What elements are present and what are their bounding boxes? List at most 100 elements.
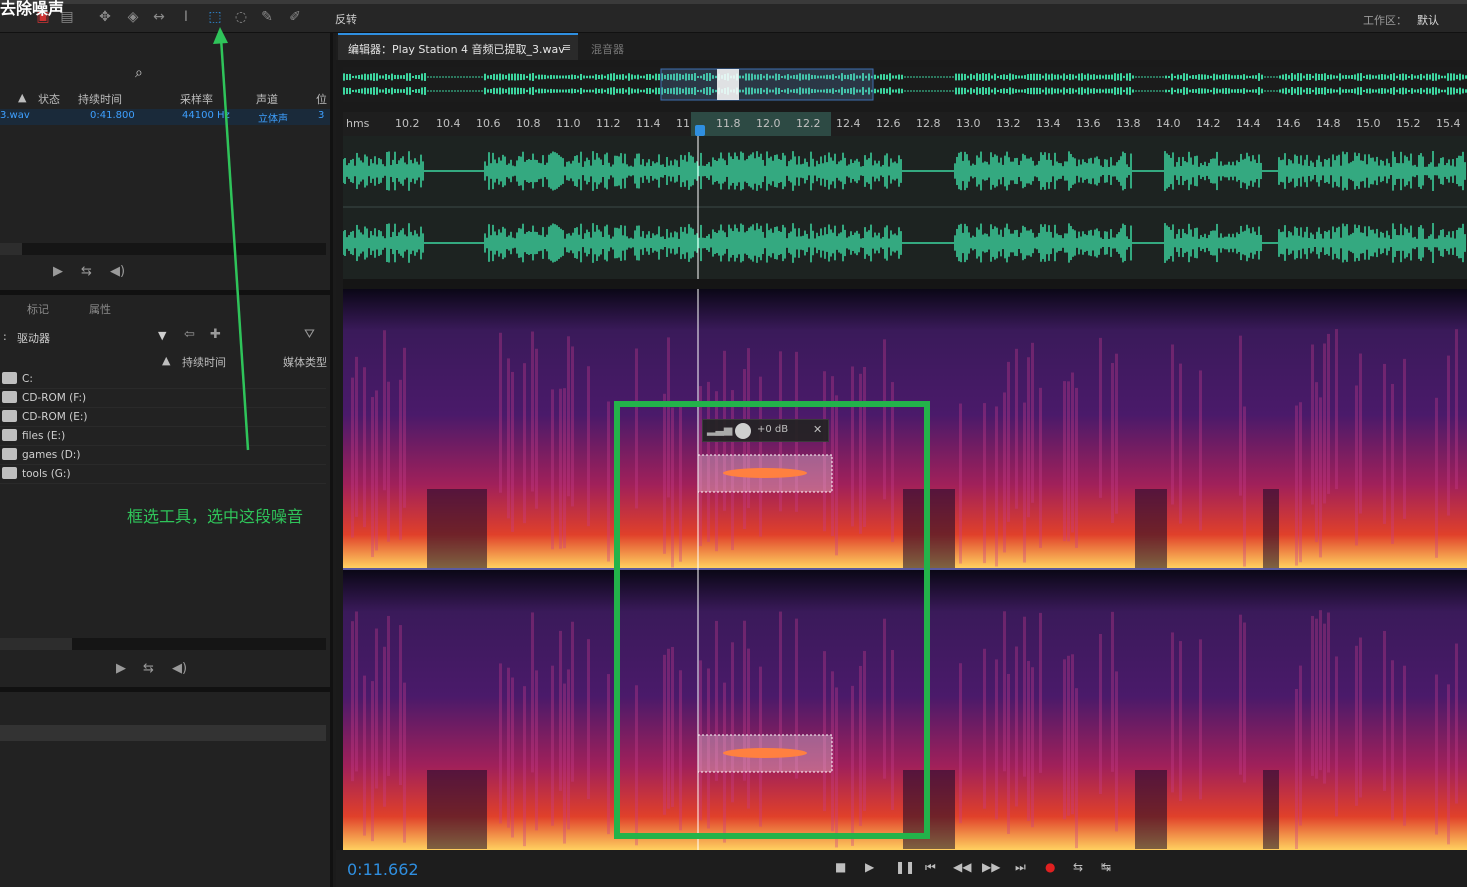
loop-preview-icon[interactable]: ⇆ <box>81 264 92 279</box>
overview-sample <box>964 73 966 81</box>
spectral-column <box>383 646 386 807</box>
files-col-duration[interactable]: 持续时间 <box>78 91 122 107</box>
spectral-column <box>823 651 826 812</box>
overview-sample <box>562 89 564 93</box>
media-sort-arrow-icon[interactable]: ▲ <box>162 354 170 367</box>
play-preview-icon[interactable]: ▶ <box>53 264 63 279</box>
brush-tool-icon[interactable]: ✎ <box>258 8 276 26</box>
gain-hud[interactable]: ▂▃▅ +0 dB ✕ <box>702 419 829 442</box>
drive-row[interactable]: CD-ROM (F:) <box>0 389 326 408</box>
media-col-type[interactable]: 媒体类型 <box>283 354 327 370</box>
media-scroll-thumb[interactable] <box>0 638 72 650</box>
time-ruler[interactable]: hms 10.2 10.4 10.6 10.8 11.0 11.2 11.4 1… <box>343 112 1467 136</box>
view-splitter[interactable] <box>343 279 1467 289</box>
overview-waveform[interactable] <box>343 67 1467 102</box>
overview-sample <box>898 74 900 80</box>
sort-arrow-icon[interactable]: ▲ <box>18 91 26 104</box>
overview-sample <box>559 89 561 93</box>
lasso-tool-icon[interactable]: ◌ <box>232 8 250 26</box>
overview-sample <box>1405 88 1407 94</box>
tab-properties[interactable]: 属性 <box>89 301 111 317</box>
file-row[interactable]: 3.wav 0:41.800 44100 Hz 立体声 3 <box>0 109 330 125</box>
spectral-column <box>859 373 862 534</box>
overview-sample <box>388 89 390 93</box>
skip-selection-icon[interactable]: ↹ <box>1101 860 1111 874</box>
pause-icon[interactable]: ❚❚ <box>895 860 915 874</box>
ruler-tick: 10.6 <box>476 117 501 130</box>
rewind-icon[interactable]: ◀◀ <box>953 860 971 874</box>
spectral-column <box>1403 665 1406 826</box>
drive-row[interactable]: files (E:) <box>0 427 326 446</box>
spectral-column <box>1335 656 1338 817</box>
overview-sample <box>1177 88 1179 94</box>
spectral-column <box>1075 688 1078 849</box>
drive-row[interactable]: games (D:) <box>0 446 326 465</box>
spectral-display[interactable] <box>343 289 1467 850</box>
spectral-column <box>475 489 479 568</box>
files-scrollbar[interactable] <box>0 243 326 255</box>
media-play-icon[interactable]: ▶ <box>116 661 126 676</box>
files-col-samplerate[interactable]: 采样率 <box>180 91 213 107</box>
stop-icon[interactable]: ■ <box>835 860 846 874</box>
go-to-end-icon[interactable]: ⏭ <box>1015 860 1026 875</box>
drive-row[interactable]: C: <box>0 370 326 389</box>
files-scroll-thumb[interactable] <box>0 243 22 255</box>
overview-sample <box>1114 87 1116 95</box>
tab-markers[interactable]: 标记 <box>27 301 49 317</box>
fast-forward-icon[interactable]: ▶▶ <box>982 860 1000 874</box>
loop-icon[interactable]: ⇆ <box>1073 860 1083 874</box>
reverse-button[interactable]: 反转 <box>335 11 357 27</box>
overview-sample <box>1069 87 1071 95</box>
filter-icon[interactable]: ⛛ <box>304 327 315 342</box>
drive-row[interactable]: tools (G:) <box>0 465 326 484</box>
workspace-selector[interactable]: 工作区： 默认 <box>1363 12 1439 28</box>
media-col-duration[interactable]: 持续时间 <box>182 354 226 370</box>
search-icon[interactable]: ⌕ <box>135 65 143 81</box>
tab-menu-icon[interactable]: ≡ <box>562 41 571 54</box>
files-col-channels[interactable]: 声道 <box>256 91 278 107</box>
marquee-selection-tool-icon[interactable]: ⬚ <box>206 8 224 26</box>
media-loop-icon[interactable]: ⇆ <box>143 661 154 676</box>
media-scrollbar[interactable] <box>0 638 326 650</box>
playhead-handle[interactable] <box>695 125 705 136</box>
overview-sample <box>397 88 399 94</box>
location-dropdown[interactable]: : 驱动器 ▼ <box>0 328 170 346</box>
overview-sample <box>1279 89 1281 93</box>
play-icon[interactable]: ▶ <box>865 860 874 874</box>
pin-icon[interactable]: ✕ <box>813 423 822 436</box>
waveform-display[interactable] <box>343 136 1467 279</box>
add-location-icon[interactable]: ✚ <box>210 327 221 342</box>
overview-sample <box>1132 75 1134 79</box>
overview-sample <box>505 89 507 93</box>
transport-bar: 0:11.662 ■ ▶ ❚❚ ⏮ ◀◀ ▶▶ ⏭ ● ⇆ ↹ <box>336 850 1467 887</box>
spot-healing-tool-icon[interactable]: ✐ <box>286 8 304 26</box>
tab-editor[interactable]: 编辑器：Play Station 4 音频已提取_3.wav ≡ <box>338 33 578 60</box>
gain-knob[interactable] <box>735 423 751 439</box>
overview-sample <box>1396 89 1398 93</box>
spectral-column <box>1067 655 1070 816</box>
files-col-bit[interactable]: 位 <box>316 91 327 107</box>
overview-sample <box>502 88 504 94</box>
overview-sample <box>1108 74 1110 80</box>
razor-tool-icon[interactable]: ◈ <box>124 8 142 26</box>
overview-sample <box>388 75 390 79</box>
files-col-status[interactable]: 状态 <box>38 91 60 107</box>
media-autoplay-icon[interactable]: ◀) <box>172 661 187 676</box>
overview-sample <box>1021 89 1023 93</box>
overview-sample <box>574 74 576 80</box>
overview-sample <box>1315 87 1317 95</box>
spectral-column <box>951 489 955 568</box>
time-selection-tool-icon[interactable]: I <box>177 8 195 26</box>
overview-sample <box>379 89 381 93</box>
tab-mixer[interactable]: 混音器 <box>591 41 624 57</box>
overview-sample <box>1000 74 1002 80</box>
drive-row[interactable]: CD-ROM (E:) <box>0 408 326 427</box>
autoplay-icon[interactable]: ◀) <box>110 264 125 279</box>
back-icon[interactable]: ⇦ <box>184 327 195 342</box>
move-tool-icon[interactable]: ✥ <box>96 8 114 26</box>
go-to-start-icon[interactable]: ⏮ <box>925 860 936 875</box>
overview-sample <box>367 74 369 80</box>
record-icon[interactable]: ● <box>1045 860 1055 874</box>
overview-sample <box>1258 87 1260 95</box>
slip-tool-icon[interactable]: ↔ <box>150 8 168 26</box>
